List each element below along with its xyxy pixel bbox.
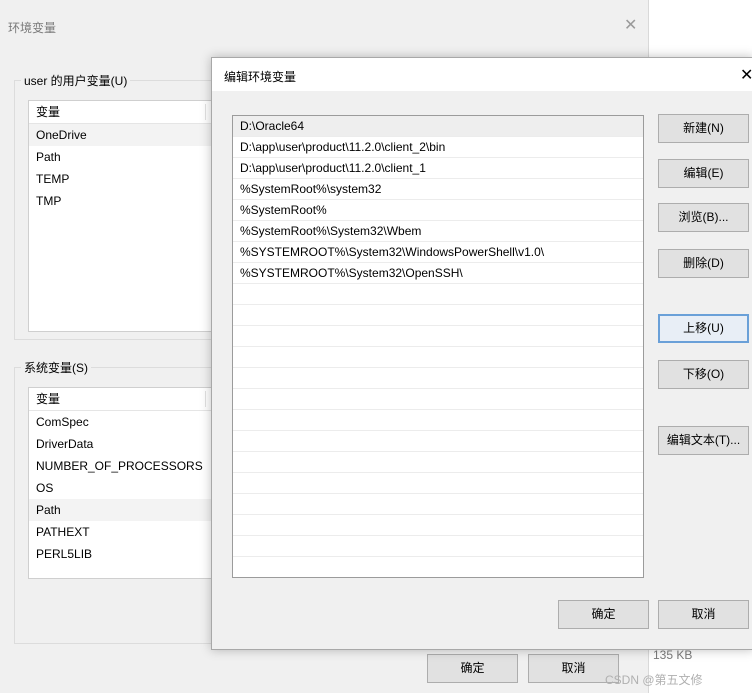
edit-text-button[interactable]: 编辑文本(T)... [658, 426, 749, 455]
dialog-titlebar[interactable]: 编辑环境变量 ✕ [212, 58, 752, 91]
user-variables-list[interactable]: 变量 OneDrive Path TEMP TMP [28, 100, 230, 332]
watermark-text: CSDN @第五文修 [605, 673, 703, 687]
empty-path-row[interactable] [233, 305, 643, 326]
list-item[interactable]: OS [29, 477, 229, 499]
new-button[interactable]: 新建(N) [658, 114, 749, 143]
list-item[interactable]: NUMBER_OF_PROCESSORS [29, 455, 229, 477]
system-variables-rows: ComSpec DriverData NUMBER_OF_PROCESSORS OS P… [29, 411, 229, 565]
list-item[interactable]: TEMP [29, 168, 229, 190]
list-item[interactable]: Path [29, 499, 229, 521]
empty-path-row[interactable] [233, 410, 643, 431]
window-title: 环境变量 [8, 21, 57, 35]
empty-path-row[interactable] [233, 431, 643, 452]
empty-path-row[interactable] [233, 368, 643, 389]
list-item[interactable]: PERL5LIB [29, 543, 229, 565]
path-entry-row[interactable]: D:\app\user\product\11.2.0\client_1 [233, 158, 643, 179]
system-variables-list[interactable]: 变量 ComSpec DriverData NUMBER_OF_PROCESSORS… [28, 387, 230, 579]
edit-button[interactable]: 编辑(E) [658, 159, 749, 188]
cancel-button[interactable]: 取消 [658, 600, 749, 629]
empty-path-row[interactable] [233, 494, 643, 515]
empty-path-row[interactable] [233, 284, 643, 305]
path-entry-row[interactable]: D:\app\user\product\11.2.0\client_2\bin [233, 137, 643, 158]
path-entries-list[interactable]: D:\Oracle64 D:\app\user\product\11.2.0\cl… [232, 115, 644, 578]
empty-path-row[interactable] [233, 473, 643, 494]
empty-path-row[interactable] [233, 347, 643, 368]
empty-path-row[interactable] [233, 452, 643, 473]
edit-environment-variable-dialog: 编辑环境变量 ✕ D:\Oracle64 D:\app\user\product\… [211, 57, 752, 650]
close-icon[interactable]: ✕ [740, 65, 752, 85]
empty-path-row[interactable] [233, 326, 643, 347]
variable-column-header[interactable]: 变量 [29, 388, 229, 411]
variable-column-header[interactable]: 变量 [29, 101, 229, 124]
path-entry-row[interactable]: %SYSTEMROOT%\System32\WindowsPowerShell\… [233, 242, 643, 263]
file-size-text: 135 KB [653, 648, 693, 662]
browse-button[interactable]: 浏览(B)... [658, 203, 749, 232]
ok-button[interactable]: 确定 [427, 654, 518, 683]
user-variables-label: user 的用户变量(U) [21, 72, 131, 89]
path-entry-row[interactable]: %SystemRoot% [233, 200, 643, 221]
list-item[interactable]: Path [29, 146, 229, 168]
list-item[interactable]: DriverData [29, 433, 229, 455]
dialog-title: 编辑环境变量 [224, 70, 297, 84]
delete-button[interactable]: 删除(D) [658, 249, 749, 278]
list-item[interactable]: TMP [29, 190, 229, 212]
move-down-button[interactable]: 下移(O) [658, 360, 749, 389]
system-variables-label: 系统变量(S) [21, 359, 91, 376]
user-variables-rows: OneDrive Path TEMP TMP [29, 124, 229, 212]
list-item[interactable]: ComSpec [29, 411, 229, 433]
list-item[interactable]: OneDrive [29, 124, 229, 146]
list-item[interactable]: PATHEXT [29, 521, 229, 543]
path-entry-row[interactable]: %SystemRoot%\system32 [233, 179, 643, 200]
path-entry-row[interactable]: %SYSTEMROOT%\System32\OpenSSH\ [233, 263, 643, 284]
ok-button[interactable]: 确定 [558, 600, 649, 629]
close-icon[interactable]: ✕ [624, 15, 637, 35]
empty-path-row[interactable] [233, 515, 643, 536]
empty-path-row[interactable] [233, 536, 643, 557]
path-entry-row[interactable]: %SystemRoot%\System32\Wbem [233, 221, 643, 242]
empty-path-row[interactable] [233, 389, 643, 410]
move-up-button[interactable]: 上移(U) [658, 314, 749, 343]
path-entry-row[interactable]: D:\Oracle64 [233, 116, 643, 137]
